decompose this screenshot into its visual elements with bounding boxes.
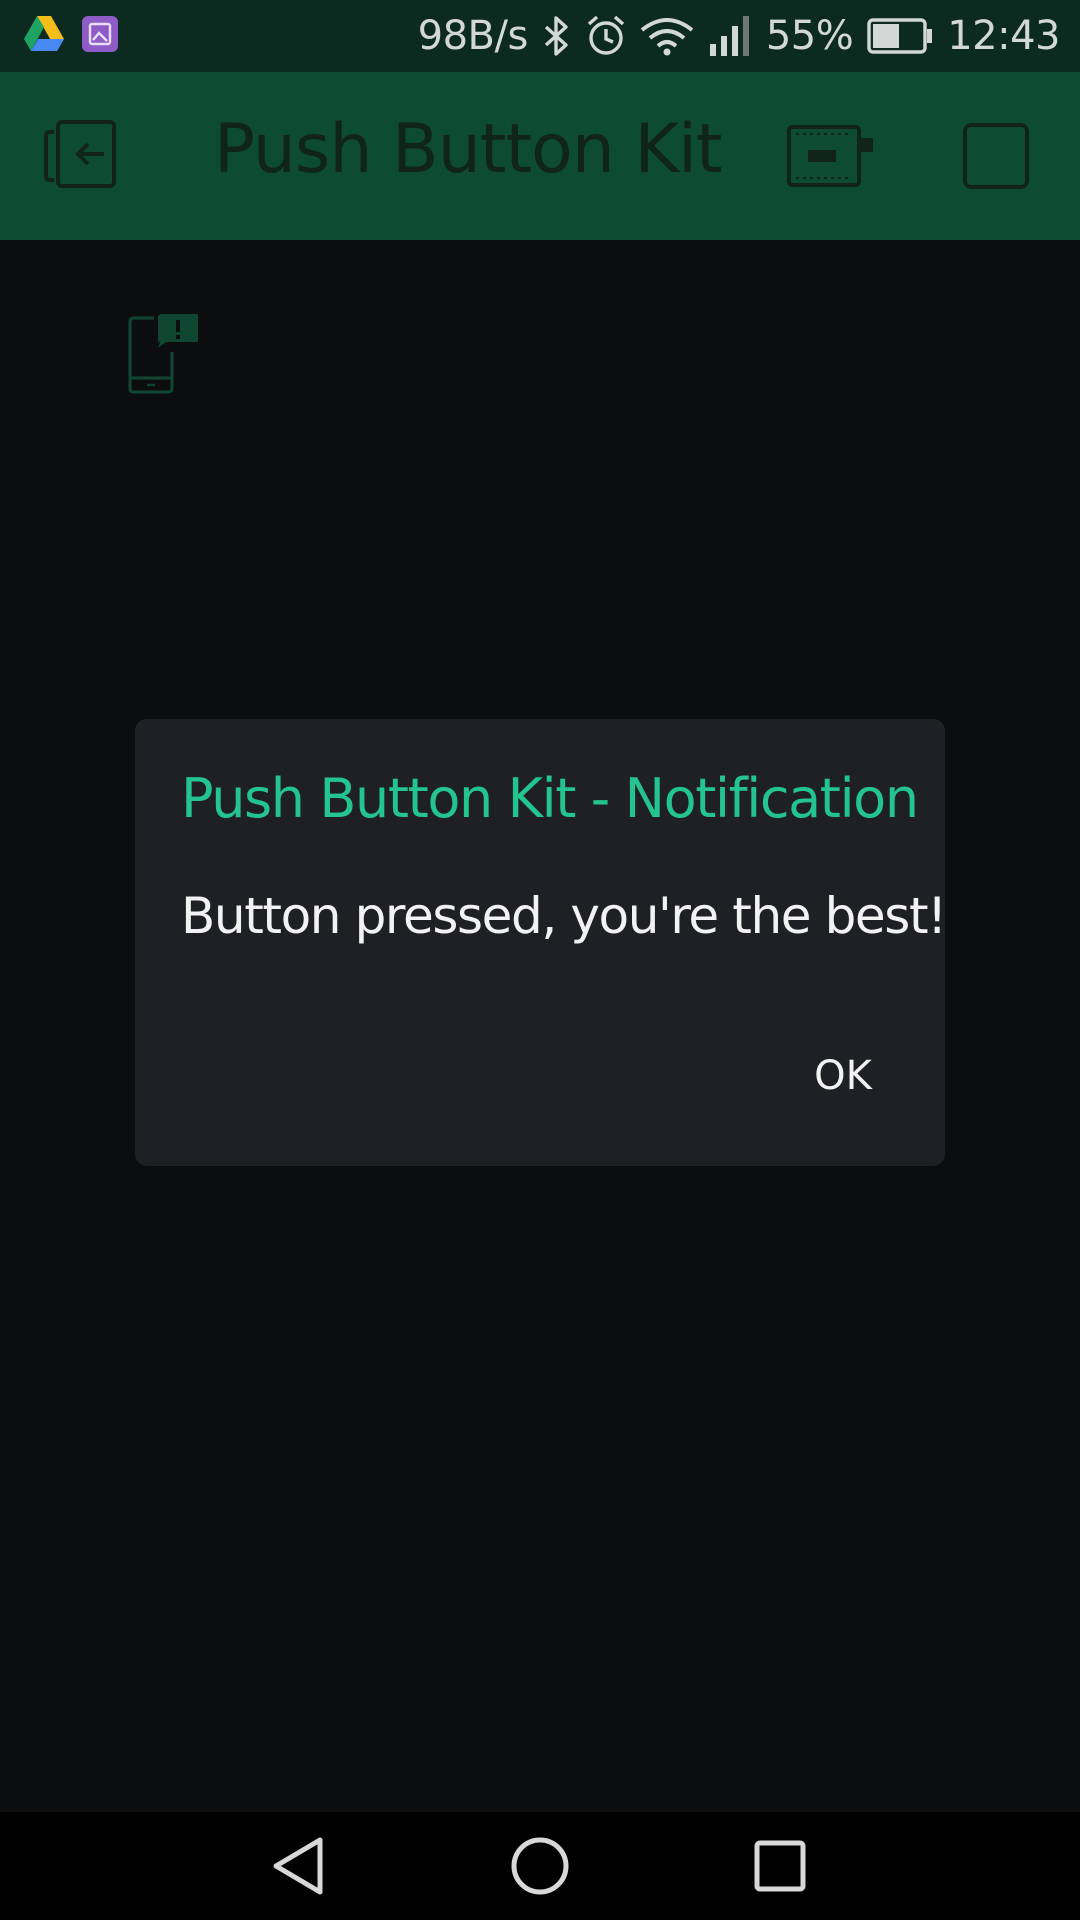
stop-square-icon — [962, 123, 1030, 194]
nav-back-icon — [268, 1837, 332, 1902]
devices-button[interactable] — [786, 124, 876, 190]
battery-icon — [867, 18, 933, 54]
back-to-list-icon — [44, 120, 124, 198]
nav-home-icon — [508, 1837, 572, 1902]
notification-widget-icon — [128, 314, 202, 400]
device-icon — [786, 125, 876, 194]
nav-home-button[interactable] — [508, 1834, 572, 1898]
page-title: Push Button Kit — [214, 110, 723, 189]
status-notifications — [24, 16, 118, 56]
net-speed: 98B/s — [417, 13, 529, 59]
app-bar: Push Button Kit — [0, 72, 1080, 240]
dialog-title: Push Button Kit - Notification — [181, 767, 919, 830]
notification-widget[interactable] — [128, 312, 202, 396]
ok-button[interactable]: OK — [783, 1041, 903, 1111]
notification-dialog: Push Button Kit - Notification Button pr… — [135, 719, 947, 1166]
bluetooth-icon — [542, 15, 572, 57]
system-nav-bar — [0, 1812, 1080, 1920]
signal-icon — [708, 16, 752, 56]
alarm-icon — [586, 15, 626, 57]
nav-back-button[interactable] — [268, 1834, 332, 1898]
back-to-projects-button[interactable] — [44, 118, 124, 194]
status-bar: 98B/s 55% 12:43 — [0, 0, 1080, 72]
drive-icon — [24, 16, 64, 56]
wifi-icon — [640, 16, 694, 56]
stop-button[interactable] — [962, 122, 1030, 190]
battery-percent: 55% — [765, 13, 854, 59]
gallery-icon — [82, 16, 118, 56]
dialog-message: Button pressed, you're the best! — [181, 887, 947, 945]
clock: 12:43 — [947, 13, 1060, 59]
status-system: 98B/s 55% 12:43 — [417, 13, 1061, 59]
nav-recent-button[interactable] — [748, 1834, 812, 1898]
nav-recent-icon — [748, 1840, 812, 1902]
